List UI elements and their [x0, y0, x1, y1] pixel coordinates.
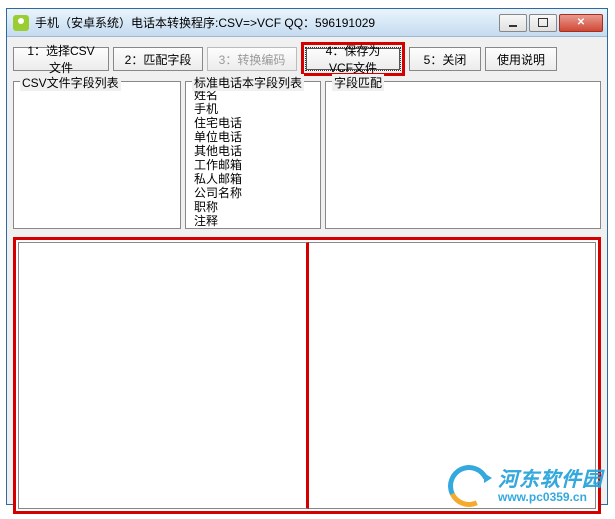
highlight-annotation-save: 4：保存为VCF文件 — [301, 42, 405, 76]
watermark-logo-icon — [448, 465, 492, 509]
csv-fields-panel: CSV文件字段列表 — [13, 81, 181, 229]
field-item[interactable]: 手机 — [194, 102, 312, 116]
watermark-url: www.pc0359.cn — [498, 491, 603, 504]
match-fields-button[interactable]: 2：匹配字段 — [113, 47, 203, 71]
maximize-button[interactable] — [529, 14, 557, 32]
close-app-button[interactable]: 5：关闭 — [409, 47, 481, 71]
watermark-text: 河东软件园 www.pc0359.cn — [498, 469, 603, 504]
standard-fields-label: 标准电话本字段列表 — [192, 74, 304, 91]
bottom-left-textarea[interactable] — [18, 242, 309, 509]
titlebar[interactable]: 手机（安卓系统）电话本转换程序:CSV=>VCF QQ：596191029 — [7, 9, 607, 37]
window-controls — [499, 14, 603, 32]
standard-fields-list[interactable]: 姓名 手机 住宅电话 单位电话 其他电话 工作邮箱 私人邮箱 公司名称 职称 注… — [186, 82, 320, 234]
window-title: 手机（安卓系统）电话本转换程序:CSV=>VCF QQ：596191029 — [35, 14, 499, 31]
help-button[interactable]: 使用说明 — [485, 47, 557, 71]
app-icon — [13, 15, 29, 31]
select-csv-button[interactable]: 1：选择CSV文件 — [13, 47, 109, 71]
field-item[interactable]: 注释 — [194, 214, 312, 228]
close-button[interactable] — [559, 14, 603, 32]
field-item[interactable]: 单位电话 — [194, 130, 312, 144]
watermark-title: 河东软件园 — [498, 469, 603, 491]
field-panels: CSV文件字段列表 标准电话本字段列表 姓名 手机 住宅电话 单位电话 其他电话… — [7, 81, 607, 229]
watermark: 河东软件园 www.pc0359.cn — [448, 465, 603, 509]
field-match-label: 字段匹配 — [332, 74, 384, 91]
minimize-button[interactable] — [499, 14, 527, 32]
app-window: 手机（安卓系统）电话本转换程序:CSV=>VCF QQ：596191029 1：… — [6, 8, 608, 505]
field-item[interactable]: 住宅电话 — [194, 116, 312, 130]
field-item[interactable]: 私人邮箱 — [194, 172, 312, 186]
field-item[interactable]: 公司名称 — [194, 186, 312, 200]
field-item[interactable]: 其他电话 — [194, 144, 312, 158]
standard-fields-panel: 标准电话本字段列表 姓名 手机 住宅电话 单位电话 其他电话 工作邮箱 私人邮箱… — [185, 81, 321, 229]
field-item[interactable]: 职称 — [194, 200, 312, 214]
save-vcf-button[interactable]: 4：保存为VCF文件 — [305, 47, 401, 71]
csv-fields-label: CSV文件字段列表 — [20, 74, 121, 91]
convert-encoding-button[interactable]: 3：转换编码 — [207, 47, 297, 71]
field-match-panel: 字段匹配 — [325, 81, 601, 229]
field-item[interactable]: 工作邮箱 — [194, 158, 312, 172]
